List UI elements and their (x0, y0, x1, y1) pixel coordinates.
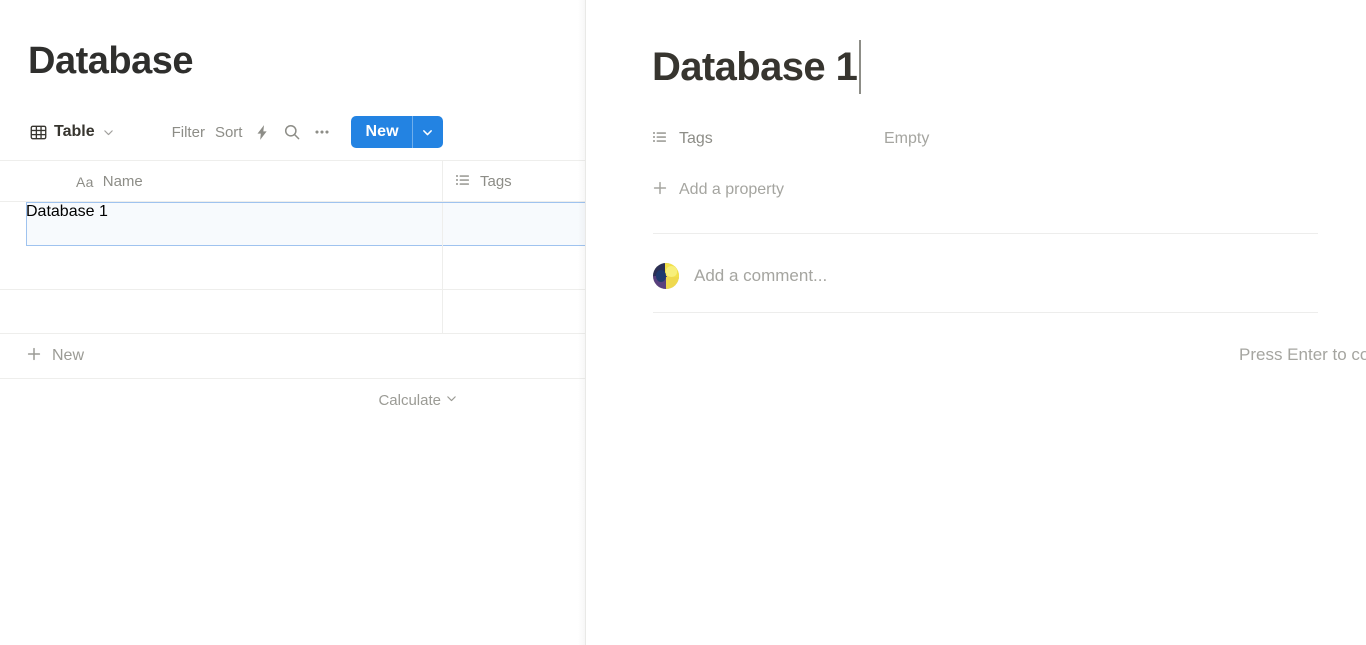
aa-text-icon: Aa (76, 174, 94, 190)
comment-input[interactable]: Add a comment... (694, 266, 827, 286)
property-row-tags: Tags Empty (652, 124, 929, 154)
add-property-button[interactable]: Add a property (652, 176, 784, 204)
chevron-down-icon (102, 126, 115, 139)
page-title: Database (28, 42, 193, 80)
empty-page-hint: Press Enter to continue with an empty pa… (1239, 345, 1366, 365)
filter-button[interactable]: Filter (167, 121, 210, 144)
row-selection-edge (26, 202, 27, 246)
notion-database-screen: Database Table (0, 0, 1366, 645)
table-new-row[interactable]: New (0, 334, 586, 379)
calculate-button[interactable]: Calculate (378, 392, 458, 409)
ellipsis-icon[interactable] (307, 118, 337, 146)
table-footer: Calculate (26, 379, 586, 421)
database-table: Aa Name Tags (0, 160, 586, 421)
column-header-name[interactable]: Aa Name (76, 161, 143, 202)
multi-select-list-icon (652, 129, 668, 150)
page-title-input[interactable]: Database 1 (652, 40, 861, 94)
new-button-chevron-down-icon[interactable] (413, 116, 443, 148)
table-cell-name-link[interactable]: Database 1 (26, 203, 108, 220)
text-cursor (859, 40, 861, 94)
page-title-text: Database 1 (652, 45, 857, 90)
database-view-panel: Database Table (0, 0, 586, 645)
table-cell-name[interactable]: Database 1 (26, 203, 586, 221)
lightning-bolt-icon[interactable] (247, 118, 277, 146)
column-divider (442, 161, 443, 202)
table-row[interactable] (0, 290, 586, 334)
page-peek-panel: Database 1 Tags Empty (586, 0, 1366, 645)
section-divider (653, 233, 1318, 234)
column-divider (442, 203, 443, 247)
add-property-label: Add a property (679, 181, 784, 199)
multi-select-list-icon (455, 172, 471, 192)
search-icon[interactable] (277, 118, 307, 146)
database-toolbar: Table Filter Sort (26, 114, 443, 150)
plus-icon (652, 180, 668, 201)
empty-page-hint-prefix: Press Enter to continue with an empty pa… (1239, 345, 1366, 364)
column-header-tags[interactable]: Tags (455, 161, 512, 202)
section-divider (653, 312, 1318, 313)
table-icon (30, 124, 47, 141)
table-row[interactable] (0, 246, 586, 290)
sort-button[interactable]: Sort (210, 121, 248, 144)
calculate-label: Calculate (378, 392, 441, 409)
new-button[interactable]: New (351, 116, 411, 148)
column-divider (442, 246, 443, 290)
plus-icon (26, 346, 42, 367)
view-tab-table[interactable]: Table (26, 120, 121, 144)
property-name-label: Tags (679, 130, 713, 148)
table-new-row-label: New (52, 347, 84, 365)
view-tab-label: Table (54, 123, 95, 141)
property-value-tags[interactable]: Empty (884, 130, 929, 148)
column-divider (442, 290, 443, 334)
add-comment-row[interactable]: Add a comment... (653, 263, 827, 289)
avatar (653, 263, 679, 289)
column-header-name-label: Name (103, 173, 143, 190)
chevron-down-icon (445, 392, 458, 409)
table-header-row: Aa Name Tags (0, 160, 586, 202)
new-button-group[interactable]: New (351, 116, 442, 148)
table-row[interactable]: Database 1 (26, 202, 586, 246)
column-header-tags-label: Tags (480, 173, 512, 190)
property-name-tags[interactable]: Tags (652, 129, 884, 150)
